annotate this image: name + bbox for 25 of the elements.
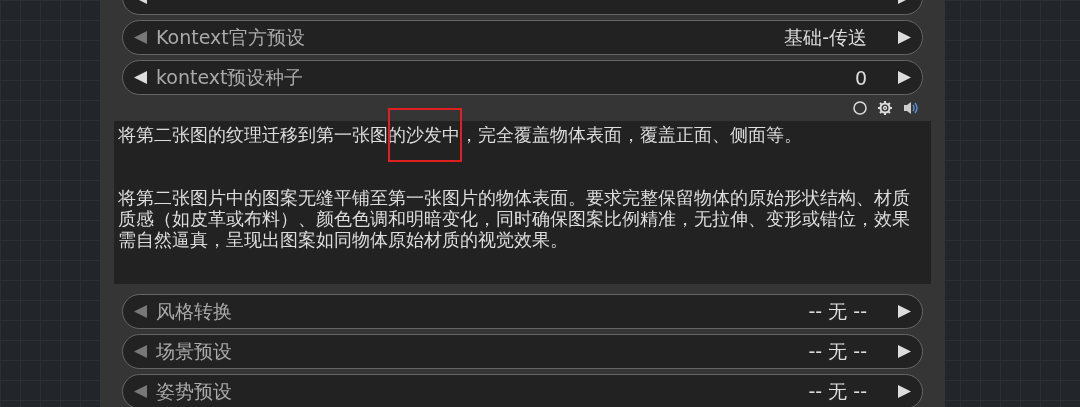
widget-value: 0 bbox=[854, 66, 867, 89]
widget-label: 姿势预设 bbox=[156, 378, 233, 404]
speaker-icon[interactable] bbox=[903, 101, 919, 115]
widget-row[interactable]: 风格转换 -- 无 -- bbox=[122, 294, 923, 329]
widget-label: 风格转换 bbox=[156, 298, 233, 324]
right-arrow-icon[interactable] bbox=[897, 384, 912, 399]
circle-icon[interactable] bbox=[853, 101, 867, 115]
widget-row[interactable]: Kontext官方预设 基础-传送 bbox=[122, 20, 923, 55]
right-arrow-icon[interactable] bbox=[897, 70, 912, 85]
settings-icon[interactable] bbox=[877, 100, 893, 116]
widget-row[interactable]: 场景预设 -- 无 -- bbox=[122, 334, 923, 369]
left-arrow-icon[interactable] bbox=[133, 70, 148, 85]
widget-value: 基础-传送 bbox=[784, 24, 867, 50]
widget-row[interactable]: kontext预设种子 0 bbox=[122, 60, 923, 95]
right-arrow-icon[interactable] bbox=[897, 344, 912, 359]
widget-label: kontext预设种子 bbox=[156, 64, 305, 90]
prompt-text: 将第二张图片中的图案无缝平铺至第一张图片的物体表面。要求完整保留物体的原始形状结构、材质质感（如皮革或布料）、颜色色调和明暗变化，同时确保图案比例精准，无拉伸、变形或错位，效果需自然逼真，呈现出图案如同物体原始材质的视觉效果。 bbox=[118, 187, 911, 250]
widget-value: -- 无 -- bbox=[808, 298, 867, 324]
widget-row[interactable]: 姿势预设 -- 无 -- bbox=[122, 374, 923, 407]
right-arrow-icon[interactable] bbox=[897, 30, 912, 45]
right-arrow-icon[interactable] bbox=[897, 304, 912, 319]
widget-label: 场景预设 bbox=[156, 338, 233, 364]
widget-value: -- 无 -- bbox=[808, 378, 867, 404]
widget-label: Kontext官方预设 bbox=[156, 24, 306, 50]
widget-value: -- 无 -- bbox=[808, 338, 867, 364]
